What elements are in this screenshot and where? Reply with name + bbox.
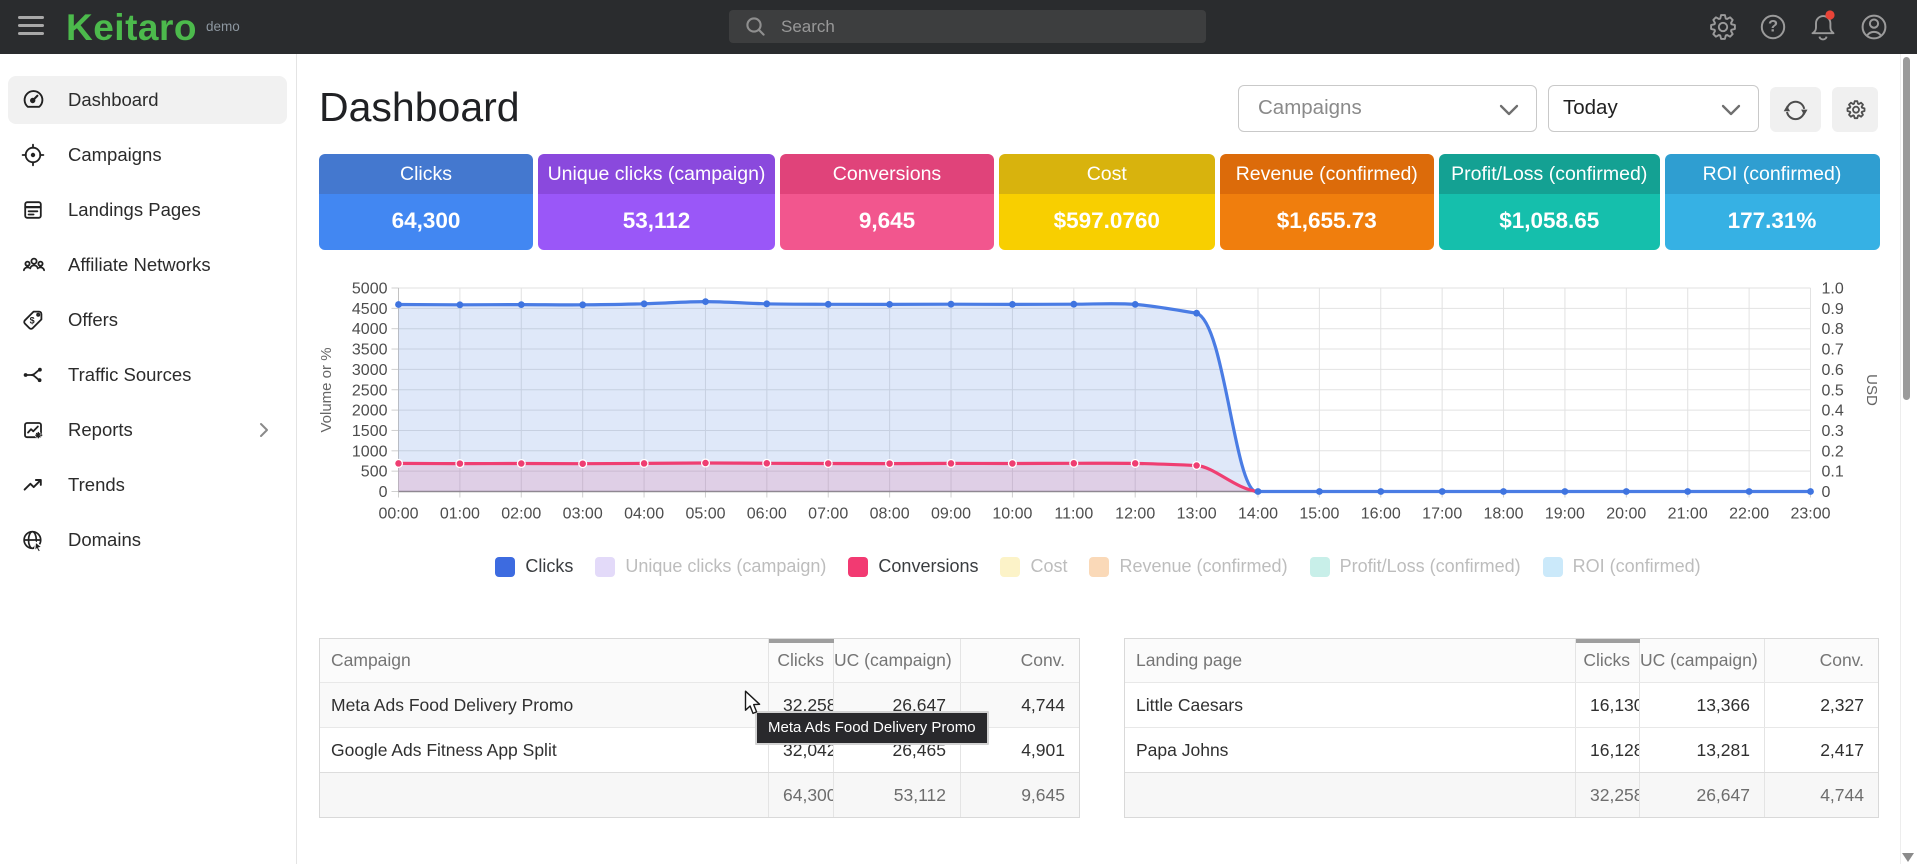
svg-text:0.3: 0.3 [1822,423,1844,440]
svg-text:20:00: 20:00 [1606,506,1646,523]
svg-text:12:00: 12:00 [1115,506,1155,523]
svg-text:0: 0 [379,484,388,501]
svg-text:?: ? [1768,18,1778,36]
svg-text:13:00: 13:00 [1177,506,1217,523]
svg-text:01:00: 01:00 [440,506,480,523]
svg-text:4500: 4500 [352,301,388,318]
svg-text:16:00: 16:00 [1361,506,1401,523]
svg-text:0.8: 0.8 [1822,321,1844,338]
svg-text:1.0: 1.0 [1822,281,1844,298]
svg-text:0.1: 0.1 [1822,464,1844,481]
svg-text:07:00: 07:00 [808,506,848,523]
svg-text:3500: 3500 [352,342,388,359]
svg-text:1000: 1000 [352,443,388,460]
svg-text:3000: 3000 [352,362,388,379]
svg-text:0.7: 0.7 [1822,342,1844,359]
svg-text:0.4: 0.4 [1822,403,1844,420]
svg-text:0: 0 [1822,484,1831,501]
svg-text:06:00: 06:00 [747,506,787,523]
svg-text:0.2: 0.2 [1822,443,1844,460]
svg-text:08:00: 08:00 [870,506,910,523]
svg-text:03:00: 03:00 [563,506,603,523]
svg-text:19:00: 19:00 [1545,506,1585,523]
svg-text:4000: 4000 [352,321,388,338]
svg-text:11:00: 11:00 [1054,506,1093,523]
svg-text:$: $ [30,315,35,325]
svg-text:500: 500 [361,464,388,481]
svg-text:22:00: 22:00 [1729,506,1769,523]
svg-text:0.5: 0.5 [1822,382,1844,399]
svg-text:10:00: 10:00 [992,506,1032,523]
svg-text:09:00: 09:00 [931,506,971,523]
svg-text:USD: USD [1863,374,1880,406]
svg-text:15:00: 15:00 [1299,506,1339,523]
svg-text:2500: 2500 [352,382,388,399]
svg-text:0.9: 0.9 [1822,301,1844,318]
svg-text:05:00: 05:00 [685,506,725,523]
svg-text:02:00: 02:00 [501,506,541,523]
svg-text:18:00: 18:00 [1483,506,1523,523]
svg-text:14:00: 14:00 [1238,506,1278,523]
svg-text:0.6: 0.6 [1822,362,1844,379]
svg-text:Volume or %: Volume or % [318,347,335,432]
svg-text:23:00: 23:00 [1790,506,1830,523]
svg-text:04:00: 04:00 [624,506,664,523]
svg-text:00:00: 00:00 [378,506,418,523]
svg-text:5000: 5000 [352,281,388,298]
svg-text:17:00: 17:00 [1422,506,1462,523]
svg-text:21:00: 21:00 [1668,506,1708,523]
svg-text:2000: 2000 [352,403,388,420]
svg-text:1500: 1500 [352,423,388,440]
